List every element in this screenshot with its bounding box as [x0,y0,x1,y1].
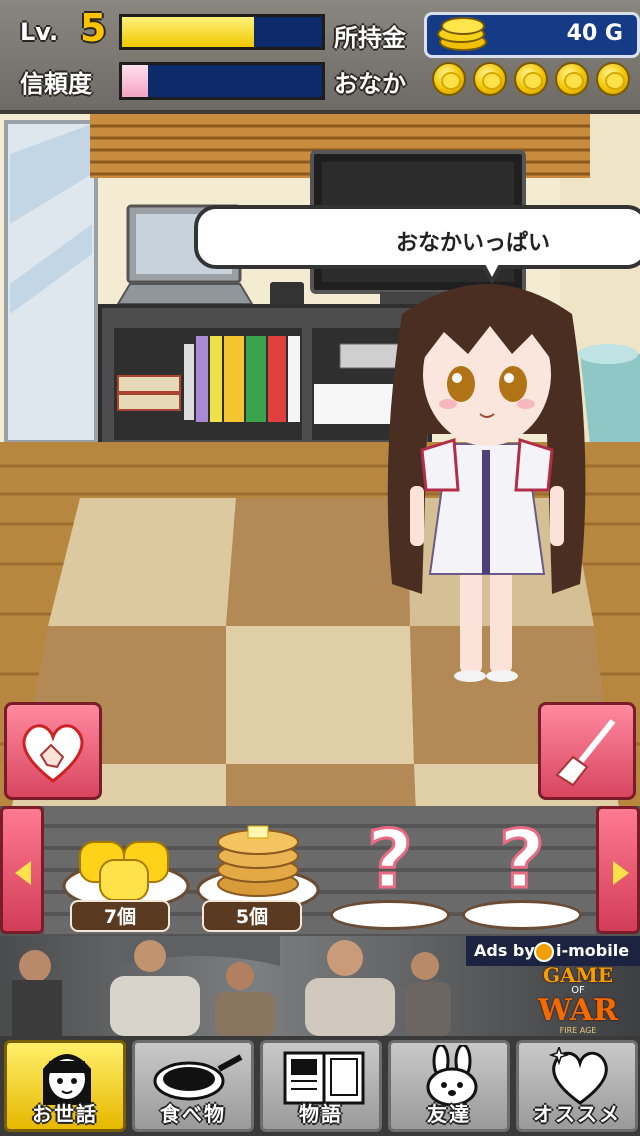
pancake-icon [196,825,320,912]
item-slot-1[interactable]: 7個 [62,812,190,934]
tray-next-button[interactable] [596,806,640,934]
item-count-badge: 7個 [70,900,170,932]
hunger-tamagoyaki-icon [596,62,630,96]
trust-bar [119,62,325,100]
frying-pan-icon [153,1054,243,1101]
heart-sparkle-icon [549,1047,608,1105]
trust-label: 信頼度 [20,70,92,98]
unknown-item-icon: ? [365,813,414,906]
ad-banner[interactable]: Ads by i-mobile GAME OF WAR FIRE AGE [0,936,640,1036]
ads-by-label: Ads by [474,941,535,960]
level-label: Lv. [20,18,59,46]
game-of-war-logo: GAME OF WAR FIRE AGE [538,963,618,1035]
nav-food[interactable]: 食べ物 [132,1040,254,1132]
empty-plate-icon [462,900,582,930]
empty-plate-icon [330,900,450,930]
ad-badge: Ads by i-mobile [466,936,640,966]
arrow-right-icon [613,861,629,885]
item-slot-4[interactable]: ? [458,812,586,934]
pet-button[interactable] [4,702,102,800]
unknown-item-icon: ? [497,813,546,906]
item-slot-3[interactable]: ? [326,812,454,934]
hunger-tamagoyaki-icon [514,62,548,96]
item-count-badge: 5個 [202,900,302,932]
nav-food-label: 食べ物 [160,1102,226,1126]
hunger-tamagoyaki-icon [473,62,507,96]
money-value: 40 G [566,21,623,46]
status-hud: Lv. 5 所持金 40 G 信頼度 おなか [0,0,640,114]
girl-character[interactable] [362,254,612,704]
gold-coin-stack-icon [435,17,487,51]
nav-story-label: 物語 [299,1102,343,1126]
imobile-logo-icon [534,942,554,962]
nav-friends[interactable]: 友達 [388,1040,510,1132]
tray-prev-button[interactable] [0,806,44,934]
tamagoyaki-icon [62,841,190,910]
hunger-tamagoyaki-icon [555,62,589,96]
broom-icon [555,719,616,787]
hunger-meter [432,60,638,98]
exp-bar [119,14,325,50]
nav-recommend[interactable]: オススメ [516,1040,638,1132]
level-value: 5 [80,6,107,50]
arrow-left-icon [15,861,31,885]
bottom-nav: お世話 食べ物 物語 友達 オススメ [0,1036,640,1136]
speech-bubble: おなかいっぱい [194,205,640,269]
nav-story[interactable]: 物語 [260,1040,382,1132]
item-slot-2[interactable]: 5個 [194,812,322,934]
money-box: 40 G [424,12,640,58]
hunger-label: おなか [334,70,406,98]
nav-recommend-label: オススメ [533,1102,621,1126]
ad-provider: i-mobile [556,941,630,960]
money-label: 所持金 [334,24,406,52]
nav-care-label: お世話 [32,1102,98,1126]
speech-text: おなかいっぱい [396,231,551,256]
exp-bar-fill [122,17,254,47]
hunger-tamagoyaki-icon [432,62,466,96]
room-scene[interactable]: おなかいっぱい [0,114,640,814]
heart-hand-icon [22,724,84,783]
trust-bar-fill [122,65,148,97]
speech-bubble-tail-fill [484,262,500,277]
clean-button[interactable] [538,702,636,800]
nav-care[interactable]: お世話 [4,1040,126,1132]
nav-friends-label: 友達 [427,1102,471,1126]
